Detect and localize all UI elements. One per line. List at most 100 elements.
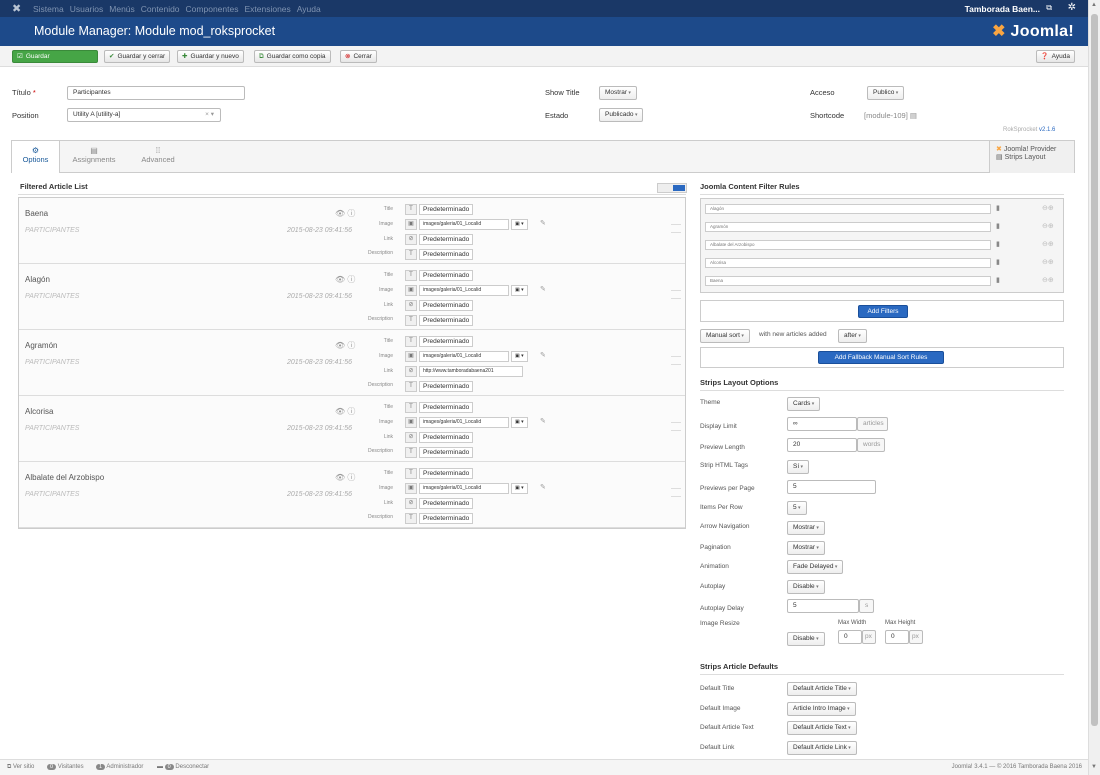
link-select[interactable]: Predeterminado	[419, 300, 474, 311]
add-remove-icons[interactable]: ⊖⊕	[1042, 222, 1054, 230]
image-path-input[interactable]: images/galeria/01_Localid	[419, 351, 509, 362]
image-path-input[interactable]: images/galeria/01_Localid	[419, 417, 509, 428]
strip-html-select[interactable]: Sí	[787, 460, 810, 474]
title-select[interactable]: Predeterminado	[419, 468, 474, 479]
document-icon[interactable]: ▮	[996, 276, 1000, 284]
default-text-select[interactable]: Default Article Text	[787, 721, 857, 735]
title-select[interactable]: Predeterminado	[419, 336, 474, 347]
filter-rule-select[interactable]: Alcorisa	[705, 258, 991, 268]
add-remove-icons[interactable]: ⊖⊕	[1042, 240, 1054, 248]
filter-rule-select[interactable]: Albalate del Arzobispo	[705, 240, 991, 250]
document-icon[interactable]: ▮	[996, 240, 1000, 248]
arrow-nav-select[interactable]: Mostrar	[787, 521, 825, 535]
link-select[interactable]: http://www.tamboradabaena201	[419, 366, 523, 377]
view-toggle[interactable]	[657, 183, 687, 193]
position-select[interactable]: Utility A [utility-a] × ▾	[67, 108, 221, 122]
image-resize-select[interactable]: Disable	[787, 632, 825, 646]
preview-length-input[interactable]: 20	[787, 438, 857, 452]
edit-icon[interactable]: ✎	[540, 219, 546, 227]
logout-link[interactable]: ▬ 0 Desconectar	[157, 764, 209, 770]
items-per-row-select[interactable]: 5	[787, 501, 807, 515]
link-select[interactable]: Predeterminado	[419, 498, 474, 509]
max-width-input[interactable]: 0	[838, 630, 862, 644]
default-title-select[interactable]: Default Article Title	[787, 682, 857, 696]
add-filters-button[interactable]: Add Filters	[858, 305, 908, 318]
autoplay-delay-input[interactable]: 5	[787, 599, 859, 613]
scrollbar[interactable]: ▲ ▼	[1088, 0, 1100, 775]
save-new-button[interactable]: ✚ Guardar y nuevo	[177, 50, 244, 63]
filter-rule-select[interactable]: Agramón	[705, 222, 991, 232]
sort-after-select[interactable]: after	[838, 329, 867, 343]
show-title-select[interactable]: Mostrar	[599, 86, 637, 100]
image-picker-button[interactable]: ▣ ▾	[511, 351, 528, 362]
display-limit-input[interactable]: ∞	[787, 417, 857, 431]
drag-handle-icon[interactable]	[671, 224, 681, 233]
image-picker-button[interactable]: ▣ ▾	[511, 285, 528, 296]
description-select[interactable]: Predeterminado	[419, 381, 474, 392]
sort-select[interactable]: Manual sort	[700, 329, 750, 343]
document-icon[interactable]: ▮	[996, 204, 1000, 212]
save-copy-button[interactable]: ⧉ Guardar como copia	[254, 50, 331, 63]
document-icon[interactable]: ▮	[996, 258, 1000, 266]
link-select[interactable]: Predeterminado	[419, 432, 474, 443]
help-button[interactable]: ❓ Ayuda	[1035, 50, 1075, 63]
add-fallback-button[interactable]: Add Fallback Manual Sort Rules	[818, 351, 944, 364]
visitors-status[interactable]: 0 Visitantes	[47, 764, 84, 770]
default-link-select[interactable]: Default Article Link	[787, 741, 857, 755]
article-row[interactable]: Alagón 👁 ⓘ PARTICIPANTES 2015-08-23 09:41:5…	[19, 264, 685, 330]
article-row[interactable]: Albalate del Arzobispo 👁 ⓘ PARTICIPANTES 20…	[19, 462, 685, 528]
joomla-x-icon[interactable]: ✖	[12, 2, 21, 15]
menu-item-extensiones[interactable]: Extensiones	[244, 4, 290, 14]
edit-icon[interactable]: ✎	[540, 417, 546, 425]
image-picker-button[interactable]: ▣ ▾	[511, 219, 528, 230]
state-select[interactable]: Publicado	[599, 108, 644, 122]
drag-handle-icon[interactable]	[671, 422, 681, 431]
admin-status[interactable]: 1 Administrador	[96, 764, 143, 770]
description-select[interactable]: Predeterminado	[419, 249, 474, 260]
title-select[interactable]: Predeterminado	[419, 204, 474, 215]
add-remove-icons[interactable]: ⊖⊕	[1042, 276, 1054, 284]
menu-item-sistema[interactable]: Sistema	[33, 4, 64, 14]
image-path-input[interactable]: images/galeria/01_Localid	[419, 483, 509, 494]
image-path-input[interactable]: images/galeria/01_Localid	[419, 219, 509, 230]
description-select[interactable]: Predeterminado	[419, 315, 474, 326]
description-select[interactable]: Predeterminado	[419, 513, 474, 524]
gear-icon[interactable]: ✲	[1068, 2, 1076, 13]
previews-per-page-input[interactable]: 5	[787, 480, 876, 494]
article-row[interactable]: Agramón 👁 ⓘ PARTICIPANTES 2015-08-23 09:41:…	[19, 330, 685, 396]
view-site-link[interactable]: ⧉ Ver sitio	[7, 764, 34, 771]
user-menu[interactable]: Tamborada Baen...	[965, 4, 1040, 14]
menu-item-menus[interactable]: Menús	[109, 4, 135, 14]
article-row[interactable]: Alcorisa 👁 ⓘ PARTICIPANTES 2015-08-23 09:41…	[19, 396, 685, 462]
edit-icon[interactable]: ✎	[540, 285, 546, 293]
edit-icon[interactable]: ✎	[540, 483, 546, 491]
save-close-button[interactable]: ✔ Guardar y cerrar	[104, 50, 171, 63]
tab-options[interactable]: ⚙ Options	[12, 141, 60, 173]
drag-handle-icon[interactable]	[671, 290, 681, 299]
title-select[interactable]: Predeterminado	[419, 402, 474, 413]
tab-assignments[interactable]: ▤ Assignments	[62, 141, 126, 173]
pagination-select[interactable]: Mostrar	[787, 541, 825, 555]
filter-rule-select[interactable]: Alagón	[705, 204, 991, 214]
autoplay-select[interactable]: Disable	[787, 580, 825, 594]
provider-info[interactable]: ✖ Joomla! Provider ▤ Strips Layout	[989, 141, 1074, 173]
animation-select[interactable]: Fade Delayed	[787, 560, 844, 574]
edit-icon[interactable]: ✎	[540, 351, 546, 359]
image-picker-button[interactable]: ▣ ▾	[511, 483, 528, 494]
add-remove-icons[interactable]: ⊖⊕	[1042, 204, 1054, 212]
default-image-select[interactable]: Article Intro Image	[787, 702, 856, 716]
menu-item-contenido[interactable]: Contenido	[141, 4, 180, 14]
filter-rule-select[interactable]: Baena	[705, 276, 991, 286]
tab-advanced[interactable]: ⁞⁞ Advanced	[128, 141, 188, 173]
scroll-down-icon[interactable]: ▼	[1091, 764, 1097, 770]
menu-item-componentes[interactable]: Componentes	[186, 4, 239, 14]
menu-item-usuarios[interactable]: Usuarios	[70, 4, 104, 14]
menu-item-ayuda[interactable]: Ayuda	[297, 4, 321, 14]
title-select[interactable]: Predeterminado	[419, 270, 474, 281]
list-view-icon[interactable]	[673, 185, 685, 191]
external-link-icon[interactable]: ⧉	[1046, 3, 1052, 13]
save-button[interactable]: ☑ Guardar	[12, 50, 98, 63]
close-button[interactable]: ⊗ Cerrar	[340, 50, 377, 63]
title-input[interactable]: Participantes	[67, 86, 245, 100]
scroll-up-icon[interactable]: ▲	[1091, 2, 1097, 8]
